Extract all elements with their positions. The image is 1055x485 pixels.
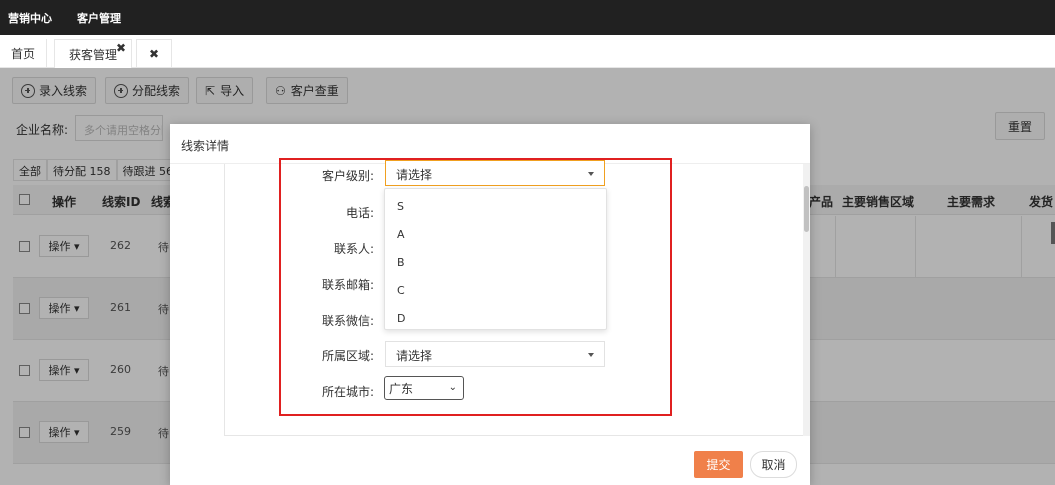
tab-lead-acquisition[interactable]: 获客管理 ✖ xyxy=(54,39,132,68)
nav-marketing-center[interactable]: 营销中心 xyxy=(8,10,52,26)
nav-customer-management[interactable]: 客户管理 xyxy=(77,10,121,26)
dialog-title: 线索详情 xyxy=(181,139,230,153)
cancel-button[interactable]: 取消 xyxy=(750,451,797,478)
tab-home[interactable]: 首页 xyxy=(0,39,47,68)
tab-lead-acquisition-label: 获客管理 xyxy=(68,47,117,62)
top-navbar: 营销中心 客户管理 xyxy=(0,0,1055,35)
close-icon: ✖ xyxy=(148,47,160,61)
dialog-scrollbar[interactable] xyxy=(803,164,810,436)
tab-home-label: 首页 xyxy=(10,47,35,61)
scrollbar-thumb[interactable] xyxy=(804,186,809,232)
close-all-tabs-button[interactable]: ✖ xyxy=(136,39,172,68)
submit-button[interactable]: 提交 xyxy=(694,451,743,478)
highlight-box xyxy=(279,158,672,416)
tab-bar: 首页 获客管理 ✖ ✖ xyxy=(0,35,1055,68)
page-scrollbar[interactable] xyxy=(1051,222,1055,244)
close-icon[interactable]: ✖ xyxy=(116,41,126,55)
